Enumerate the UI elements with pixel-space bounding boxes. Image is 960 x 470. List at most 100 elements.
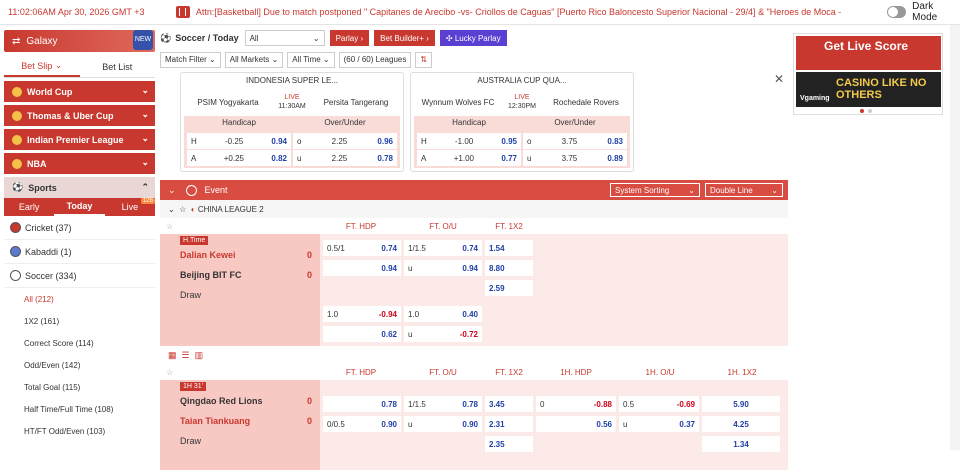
- tab-early[interactable]: Early: [4, 198, 54, 216]
- parlay-button[interactable]: Parlay ›: [329, 30, 370, 46]
- scrollbar[interactable]: [950, 25, 960, 450]
- odds-cell[interactable]: u 2.25 0.78: [293, 150, 397, 166]
- parlay-label: Parlay: [335, 33, 359, 43]
- announcement-ticker[interactable]: Attn:[Basketball] Due to match postponed…: [196, 7, 871, 17]
- odds-cell[interactable]: 3.45: [485, 396, 533, 412]
- casino-banner[interactable]: CASINO LIKE NO OTHERS Vgaming: [796, 72, 941, 107]
- odds-cell[interactable]: H -1.00 0.95: [417, 133, 521, 149]
- chevron-down-icon: ⌄: [271, 55, 279, 64]
- odds-cell[interactable]: u 0.94: [404, 260, 482, 276]
- all-markets-select[interactable]: All Markets ⌄: [224, 51, 284, 68]
- odds-cell[interactable]: 8.80: [485, 260, 533, 276]
- grid-icon[interactable]: ▦: [168, 350, 177, 361]
- chevron-down-icon[interactable]: ⌄: [168, 205, 175, 214]
- close-icon[interactable]: ✕: [774, 72, 784, 86]
- odds-cell[interactable]: 1.0 0.40: [404, 306, 482, 322]
- odds-cell[interactable]: 2.59: [485, 280, 533, 296]
- lucky-parlay-button[interactable]: ✣ Lucky Parlay: [439, 30, 507, 46]
- star-icon[interactable]: ☆: [160, 222, 320, 231]
- odds-cell[interactable]: 0.56: [536, 416, 616, 432]
- odds-cell[interactable]: u 3.75 0.89: [523, 150, 627, 166]
- odds-cell[interactable]: 1/1.5 0.78: [404, 396, 482, 412]
- soccer-icon: ⚽: [160, 32, 172, 43]
- home-team[interactable]: Dalian Kewei 0: [160, 245, 320, 265]
- odds-cell[interactable]: 0/0.5 0.90: [323, 416, 401, 432]
- away-team[interactable]: Taian Tiankuang 0: [160, 411, 320, 431]
- category-label: Thomas & Uber Cup: [27, 110, 114, 121]
- home-team[interactable]: Qingdao Red Lions 0: [160, 391, 320, 411]
- category-nba[interactable]: NBA ⌄: [4, 153, 155, 174]
- leagues-select[interactable]: (60 / 60) Leagues: [338, 51, 412, 68]
- stats-icon[interactable]: ▥: [195, 350, 204, 361]
- odds-cell[interactable]: 4.25: [702, 416, 780, 432]
- odds-cell[interactable]: 1.54: [485, 240, 533, 256]
- tab-bet-list[interactable]: Bet List: [80, 56, 156, 77]
- sport-soccer[interactable]: Soccer (334): [4, 264, 155, 288]
- chevron-down-icon[interactable]: ⌄: [168, 185, 176, 196]
- galaxy-banner[interactable]: ⇄ Galaxy NEW: [4, 30, 155, 52]
- odds-cell[interactable]: 0.78: [323, 396, 401, 412]
- home-score: 0: [306, 396, 312, 406]
- odds-cell[interactable]: A +1.00 0.77: [417, 150, 521, 166]
- odds-cell[interactable]: 0.5 -0.69: [619, 396, 699, 412]
- featured-card[interactable]: INDONESIA SUPER LE... PSIM Yogyakarta LI…: [180, 72, 404, 172]
- double-line-select[interactable]: Double Line ⌄: [705, 183, 783, 197]
- odds-cell[interactable]: o 3.75 0.83: [523, 133, 627, 149]
- filter-row-2: Match Filter ⌄ All Markets ⌄ All Time ⌄ …: [160, 51, 788, 68]
- market-ht-ft-odd-even[interactable]: HT/FT Odd/Even (103): [4, 420, 155, 442]
- odds-cell[interactable]: 5.90: [702, 396, 780, 412]
- live-score-banner[interactable]: Get Live Score: [796, 36, 941, 70]
- market-1x2[interactable]: 1X2 (161): [4, 310, 155, 332]
- match-filter-select[interactable]: Match Filter ⌄: [160, 51, 221, 68]
- odds-cell[interactable]: A +0.25 0.82: [187, 150, 291, 166]
- list-icon[interactable]: ☰: [182, 350, 190, 361]
- sort-icon[interactable]: ⇅: [415, 51, 433, 68]
- odds-cell[interactable]: u 0.37: [619, 416, 699, 432]
- category-world-cup[interactable]: World Cup ⌄: [4, 81, 155, 102]
- odds-cell[interactable]: H -0.25 0.94: [187, 133, 291, 149]
- side: A: [191, 153, 197, 163]
- away-score: 0: [306, 270, 312, 280]
- carousel-dot[interactable]: [860, 109, 864, 113]
- star-icon[interactable]: ☆: [160, 368, 320, 377]
- odds-cell[interactable]: 2.31: [485, 416, 533, 432]
- odds-cell[interactable]: 0.94: [323, 260, 401, 276]
- odds-cell[interactable]: u -0.72: [404, 326, 482, 342]
- odds-cell[interactable]: 1.0 -0.94: [323, 306, 401, 322]
- market-correct-score[interactable]: Correct Score (114): [4, 332, 155, 354]
- category-thomas-uber-cup[interactable]: Thomas & Uber Cup ⌄: [4, 105, 155, 126]
- market-odd-even[interactable]: Odd/Even (142): [4, 354, 155, 376]
- sport-select[interactable]: All ⌄: [244, 30, 325, 46]
- odds-cell[interactable]: 0.62: [323, 326, 401, 342]
- league-row[interactable]: ⌄ ☆ ◐ CHINA LEAGUE 2: [160, 200, 788, 218]
- tab-live[interactable]: Live 126: [105, 198, 155, 216]
- odds-cell[interactable]: 0.5/1 0.74: [323, 240, 401, 256]
- odds-cell[interactable]: u 0.90: [404, 416, 482, 432]
- star-icon[interactable]: ☆: [179, 205, 186, 214]
- bet-builder-button[interactable]: Bet Builder+ ›: [374, 30, 435, 46]
- sport-cricket[interactable]: Cricket (37): [4, 216, 155, 240]
- system-sorting-select[interactable]: System Sorting ⌄: [610, 183, 700, 197]
- odds: 0.62: [381, 329, 397, 339]
- featured-card[interactable]: AUSTRALIA CUP QUA... Wynnum Wolves FC LI…: [410, 72, 634, 172]
- main-content: ⚽ Soccer / Today All ⌄ Parlay › Bet Build…: [160, 29, 788, 470]
- market-ht-ft[interactable]: Half Time/Full Time (108): [4, 398, 155, 420]
- sport-kabaddi[interactable]: Kabaddi (1): [4, 240, 155, 264]
- tab-today[interactable]: Today: [54, 198, 105, 216]
- category-ipl[interactable]: Indian Premier League ⌄: [4, 129, 155, 150]
- dark-mode-toggle[interactable]: [886, 6, 907, 18]
- column-headers: ☆ FT. HDP FT. O/U FT. 1X2 1H. HDP 1H. O/…: [160, 364, 788, 380]
- market-total-goal[interactable]: Total Goal (115): [4, 376, 155, 398]
- odds-cell[interactable]: 1/1.5 0.74: [404, 240, 482, 256]
- all-time-select[interactable]: All Time ⌄: [287, 51, 335, 68]
- odds: 0.56: [596, 419, 612, 429]
- odds-cell[interactable]: o 2.25 0.96: [293, 133, 397, 149]
- market-all[interactable]: All (212): [4, 288, 155, 310]
- odds-cell[interactable]: 0 -0.88: [536, 396, 616, 412]
- line: u: [408, 419, 413, 429]
- card-away-team: Persita Tangerang: [323, 97, 389, 107]
- carousel-dot[interactable]: [868, 109, 872, 113]
- sports-header[interactable]: ⚽ Sports ⌃: [4, 177, 155, 198]
- tab-bet-slip[interactable]: Bet Slip ⌄: [4, 56, 80, 77]
- away-team[interactable]: Beijing BIT FC 0: [160, 265, 320, 285]
